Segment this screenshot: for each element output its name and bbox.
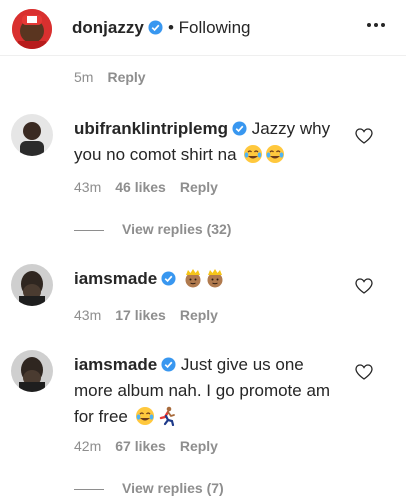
divider — [74, 229, 104, 231]
verified-badge-icon — [161, 271, 176, 286]
like-heart-icon[interactable] — [355, 128, 373, 144]
reply-button[interactable]: Reply — [180, 179, 218, 195]
avatar[interactable] — [11, 264, 53, 306]
comment-body: ubifranklintriplemg Jazzy why you no com… — [74, 116, 344, 168]
avatar[interactable] — [12, 9, 52, 49]
likes-count[interactable]: 17 likes — [115, 307, 166, 323]
prince-emoji-icon — [185, 269, 201, 288]
divider — [74, 488, 104, 490]
view-replies-button[interactable]: View replies (32) — [74, 221, 231, 237]
comment-username[interactable]: iamsmade — [74, 269, 157, 288]
comment-username[interactable]: iamsmade — [74, 355, 157, 374]
comment-body: iamsmade Just give us one more album nah… — [74, 352, 344, 430]
likes-count[interactable]: 67 likes — [115, 438, 166, 454]
verified-badge-icon — [148, 20, 163, 35]
tears-of-joy-emoji-icon — [266, 145, 285, 163]
comment-time: 43m — [74, 307, 102, 323]
reply-button[interactable]: Reply — [180, 438, 218, 454]
likes-count[interactable]: 46 likes — [115, 179, 166, 195]
comment-meta: 42m 67 likes Reply — [74, 438, 232, 454]
like-heart-icon[interactable] — [355, 364, 373, 380]
avatar[interactable] — [11, 114, 53, 156]
tears-of-joy-emoji-icon — [135, 407, 154, 425]
comment-time: 5m — [74, 69, 94, 85]
running-man-emoji-icon — [159, 406, 175, 426]
comment-meta: 43m 17 likes Reply — [74, 307, 232, 323]
following-label[interactable]: • Following — [168, 18, 251, 38]
reply-button[interactable]: Reply — [107, 69, 145, 85]
verified-badge-icon — [232, 121, 247, 136]
more-horizontal-icon[interactable] — [366, 22, 386, 28]
comment-meta: 5m Reply — [74, 69, 160, 85]
comment-meta: 43m 46 likes Reply — [74, 179, 232, 195]
tears-of-joy-emoji-icon — [244, 145, 263, 163]
comment-time: 42m — [74, 438, 102, 454]
comment-time: 43m — [74, 179, 102, 195]
reply-button[interactable]: Reply — [180, 307, 218, 323]
verified-badge-icon — [161, 357, 176, 372]
avatar[interactable] — [11, 350, 53, 392]
prince-emoji-icon — [207, 269, 223, 288]
comment-username[interactable]: ubifranklintriplemg — [74, 119, 228, 138]
comment-body: iamsmade — [74, 266, 344, 292]
view-replies-button[interactable]: View replies (7) — [74, 480, 224, 496]
like-heart-icon[interactable] — [355, 278, 373, 294]
header-username[interactable]: donjazzy — [72, 18, 163, 38]
post-header: donjazzy • Following — [0, 0, 406, 56]
